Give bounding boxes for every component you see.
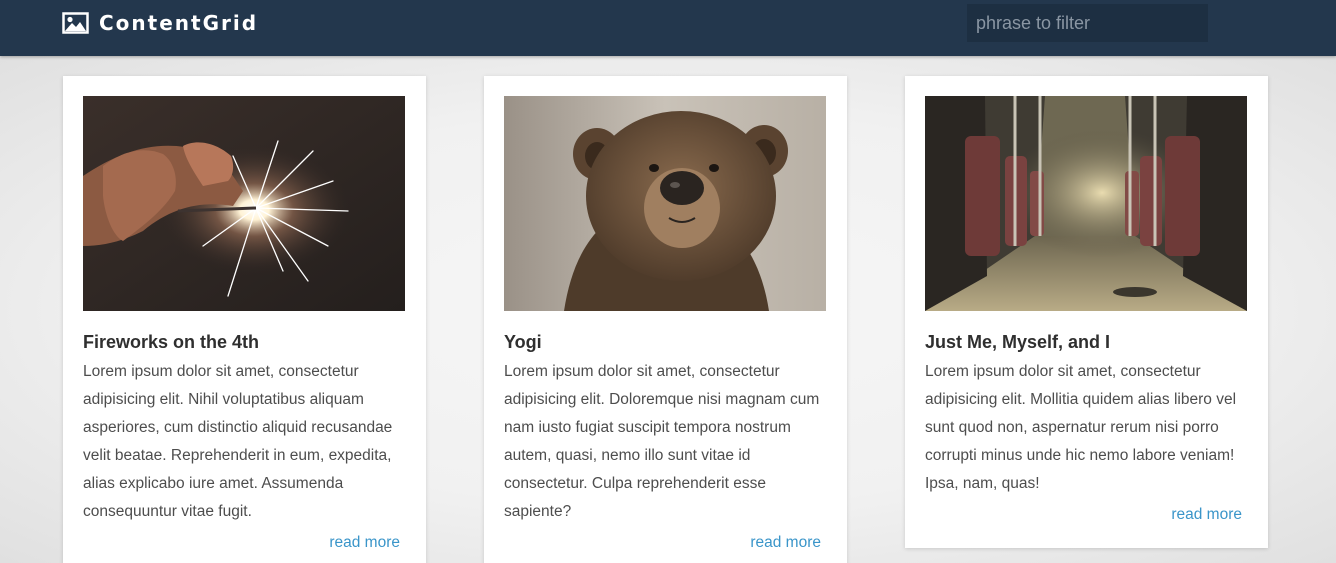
brand[interactable]: ContentGrid (62, 10, 258, 36)
card-title: Yogi (504, 332, 542, 352)
content-card: Fireworks on the 4th Lorem ipsum dolor s… (63, 76, 426, 563)
read-more-link[interactable]: read more (83, 532, 406, 554)
card-title: Just Me, Myself, and I (925, 332, 1111, 352)
bear-image[interactable] (504, 96, 826, 311)
navbar: ContentGrid (0, 0, 1336, 56)
search-input[interactable] (967, 4, 1208, 42)
content-card: Yogi Lorem ipsum dolor sit amet, consect… (484, 76, 847, 563)
read-more-link[interactable]: read more (925, 504, 1248, 526)
read-more-link[interactable]: read more (504, 532, 827, 554)
card-text: Lorem ipsum dolor sit amet, consectetur … (925, 363, 1237, 492)
train-interior-image[interactable] (925, 96, 1247, 311)
card-text: Lorem ipsum dolor sit amet, consectetur … (83, 363, 393, 520)
sparkler-image[interactable] (83, 96, 405, 311)
image-icon (62, 12, 89, 34)
card-title: Fireworks on the 4th (83, 332, 260, 352)
brand-name: ContentGrid (99, 11, 259, 35)
card-text: Lorem ipsum dolor sit amet, consectetur … (504, 363, 820, 520)
content-card: Just Me, Myself, and I Lorem ipsum dolor… (905, 76, 1268, 548)
